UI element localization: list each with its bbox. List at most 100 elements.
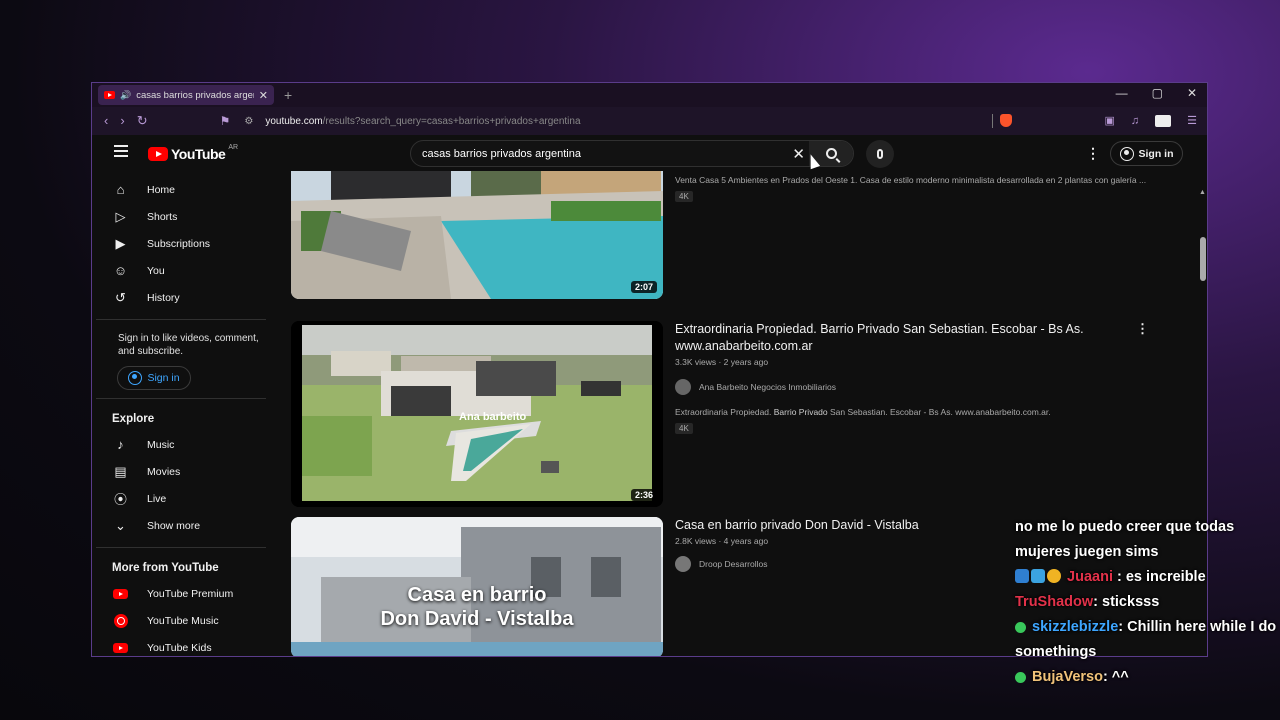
chat-message: Juaani : es increible (1015, 565, 1277, 590)
reload-icon[interactable]: ↻ (137, 113, 148, 129)
wallet-icon[interactable] (1155, 114, 1172, 127)
movies-icon: ▤ (114, 463, 127, 479)
sidebar-item-shorts[interactable]: ▷ Shorts (92, 203, 277, 230)
youtube-kids-icon (112, 642, 129, 653)
search-icon (825, 148, 837, 159)
channel-avatar[interactable] (675, 556, 691, 572)
sidebar-item-live[interactable]: ⦿ Live (92, 485, 277, 512)
account-icon (1119, 146, 1134, 161)
video-views-age: 3.3K views · 2 years ago (675, 357, 769, 367)
sidebar-item-movies[interactable]: ▤ Movies (92, 458, 277, 485)
thumbnail-overlay-text: Casa en barrio Don David - Vistalba (380, 584, 574, 630)
brave-shields-icon[interactable] (1000, 114, 1013, 127)
back-icon[interactable]: ‹ (104, 113, 108, 129)
guide-menu-icon[interactable] (114, 145, 128, 157)
channel-name[interactable]: Ana Barbeito Negocios Inmobiliarios (699, 382, 836, 392)
logo-text: YouTube (171, 146, 226, 162)
sidebar-item-show-more[interactable]: ⌄ Show more (92, 512, 277, 539)
sidebar-item-label: Music (147, 438, 175, 451)
tab-bar: 🔊 casas barrios privados argentina ✕ + —… (92, 83, 1207, 107)
microphone-icon (877, 149, 883, 159)
sidebar-item-label: Live (147, 492, 167, 505)
quality-badge: 4K (675, 423, 693, 434)
youtube-play-icon (148, 147, 168, 161)
channel-avatar[interactable] (675, 379, 691, 395)
sidebar-sign-in-button[interactable]: Sign in (117, 366, 191, 390)
sign-in-button[interactable]: Sign in (1110, 141, 1183, 166)
explore-title: Explore (112, 413, 155, 425)
sidebar-item-label: You (147, 264, 165, 277)
chat-text: : ^^ (1102, 669, 1129, 685)
sidebar-item-label: Home (147, 183, 176, 196)
sidebar-item-music[interactable]: ♪ Music (92, 431, 277, 458)
verified-badge-icon (1015, 622, 1026, 633)
quality-badge: 4K (675, 191, 693, 202)
sidebar-item-label: History (147, 291, 180, 304)
sidebar-item-label: YouTube Music (147, 614, 219, 627)
sidebar: ⌂ Home ▷ Shorts ▶ Subscriptions ☺ You ↺ … (92, 171, 277, 656)
forward-icon[interactable]: › (120, 113, 124, 129)
voice-search-button[interactable] (866, 140, 894, 168)
sidebar-item-subscriptions[interactable]: ▶ Subscriptions (92, 230, 277, 257)
sidebar-item-youtube-premium[interactable]: YouTube Premium (92, 580, 277, 607)
youtube-premium-icon (112, 588, 129, 599)
youtube-logo[interactable]: YouTube AR (148, 143, 239, 162)
menu-icon[interactable]: ☰ (1187, 114, 1197, 127)
chevron-down-icon: ⌄ (115, 517, 126, 533)
bookmark-icon[interactable]: ⚑ (220, 114, 231, 128)
chat-username: skizzlebizzle (1032, 619, 1119, 635)
country-code: AR (228, 143, 239, 151)
tab-close-icon[interactable]: ✕ (259, 89, 268, 102)
minimize-button[interactable]: — (1116, 86, 1128, 100)
speaker-icon[interactable]: 🔊 (120, 90, 131, 101)
address-separator (992, 114, 993, 128)
chat-message: no me lo puedo creer que todas mujeres j… (1015, 515, 1277, 565)
channel-name[interactable]: Droop Desarrollos (699, 559, 768, 569)
video-title[interactable]: Extraordinaria Propiedad. Barrio Privado… (675, 321, 1165, 355)
window-controls: — ▢ ✕ (1116, 86, 1197, 100)
chat-message: skizzlebizzle: Chillin here while I do s… (1015, 615, 1277, 665)
clear-search-icon[interactable]: ✕ (792, 145, 805, 163)
video-thumbnail[interactable]: 2:07 (291, 171, 663, 299)
new-tab-button[interactable]: + (284, 87, 292, 103)
search-input[interactable]: casas barrios privados argentina ✕ (410, 140, 854, 167)
more-from-youtube-title: More from YouTube (112, 562, 219, 574)
settings-more-icon[interactable]: ⋮ (1086, 145, 1100, 162)
youtube-music-icon (112, 613, 129, 628)
cube-badge-icon (1031, 569, 1045, 583)
address-bar: ‹ › ↻ ⚑ ⚙ youtube.com/results?search_que… (92, 107, 1207, 135)
music-icon: ♪ (117, 437, 124, 452)
video-duration: 2:36 (630, 489, 657, 501)
scroll-thumb[interactable] (1200, 237, 1206, 281)
channel-row[interactable]: Ana Barbeito Negocios Inmobiliarios (675, 379, 1165, 395)
divider (96, 547, 266, 548)
sidebar-item-home[interactable]: ⌂ Home (92, 176, 277, 203)
thumbnail-watermark: Ana barbeito (459, 411, 527, 423)
sidebar-item-youtube-music[interactable]: YouTube Music (92, 607, 277, 634)
more-actions-icon[interactable]: ⋮ (1136, 321, 1149, 337)
reader-icon[interactable]: ▣ (1104, 114, 1114, 127)
url-field[interactable]: youtube.com/results?search_query=casas+b… (265, 116, 580, 127)
chat-text: : es increible (1117, 569, 1206, 585)
stream-chat-overlay: no me lo puedo creer que todas mujeres j… (1015, 515, 1277, 690)
pool-house-image (291, 171, 663, 299)
scroll-up-icon[interactable]: ▲ (1199, 189, 1206, 196)
browser-tab[interactable]: 🔊 casas barrios privados argentina ✕ (98, 85, 274, 105)
chat-message: TruShadow: sticksss (1015, 590, 1277, 615)
sidebar-item-you[interactable]: ☺ You (92, 257, 277, 284)
media-icon[interactable]: ♫ (1131, 115, 1139, 127)
maximize-button[interactable]: ▢ (1152, 86, 1163, 100)
live-icon: ⦿ (113, 492, 127, 507)
verified-badge-icon (1015, 672, 1026, 683)
close-window-button[interactable]: ✕ (1187, 86, 1197, 100)
sidebar-item-youtube-kids[interactable]: YouTube Kids (92, 634, 277, 656)
sidebar-item-label: Shorts (147, 210, 178, 223)
sidebar-item-label: Subscriptions (147, 237, 211, 250)
video-thumbnail[interactable]: Casa en barrio Don David - Vistalba (291, 517, 663, 656)
sidebar-item-history[interactable]: ↺ History (92, 284, 277, 311)
video-description: Venta Casa 5 Ambientes en Prados del Oes… (675, 175, 1147, 185)
video-thumbnail[interactable]: Ana barbeito 2:36 (291, 321, 663, 507)
subscriptions-icon: ▶ (115, 235, 126, 251)
site-settings-icon[interactable]: ⚙ (244, 116, 253, 127)
account-icon (128, 371, 143, 385)
